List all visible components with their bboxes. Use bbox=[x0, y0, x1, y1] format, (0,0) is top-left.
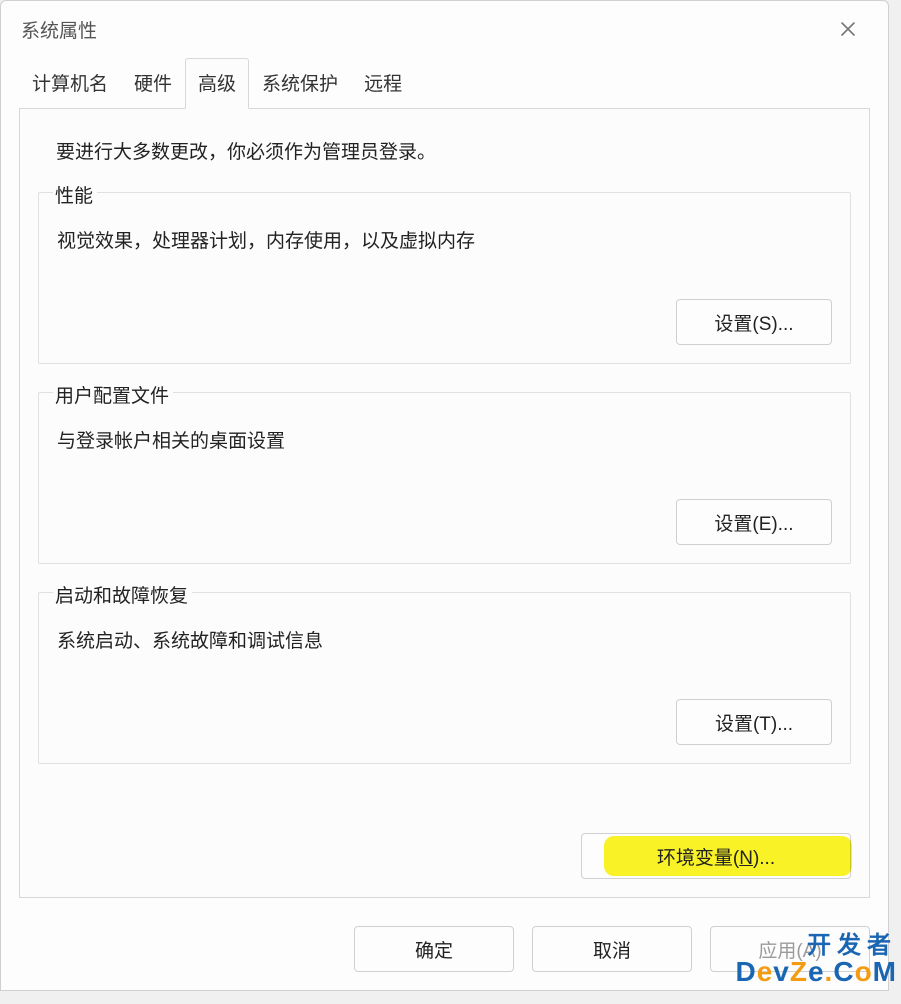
ok-button[interactable]: 确定 bbox=[354, 926, 514, 972]
titlebar: 系统属性 bbox=[1, 1, 888, 57]
tab-advanced[interactable]: 高级 bbox=[185, 58, 249, 109]
desc-startup: 系统启动、系统故障和调试信息 bbox=[57, 626, 832, 653]
tab-remote[interactable]: 远程 bbox=[351, 58, 415, 109]
apply-button[interactable]: 应用(A) bbox=[710, 926, 870, 972]
window-title: 系统属性 bbox=[21, 16, 828, 43]
cancel-button[interactable]: 取消 bbox=[532, 926, 692, 972]
admin-note: 要进行大多数更改，你必须作为管理员登录。 bbox=[56, 137, 851, 164]
settings-startup-button[interactable]: 设置(T)... bbox=[676, 699, 832, 745]
env-button-suffix: )... bbox=[753, 848, 775, 869]
desc-userprofile: 与登录帐户相关的桌面设置 bbox=[57, 426, 832, 453]
legend-userprofile: 用户配置文件 bbox=[53, 381, 173, 408]
tab-system-protection[interactable]: 系统保护 bbox=[249, 58, 351, 109]
group-userprofile: 用户配置文件 与登录帐户相关的桌面设置 设置(E)... bbox=[38, 392, 851, 564]
settings-performance-button[interactable]: 设置(S)... bbox=[676, 299, 832, 345]
close-icon[interactable] bbox=[828, 9, 868, 49]
dialog-footer: 确定 取消 应用(A) bbox=[19, 926, 870, 972]
tab-computer-name[interactable]: 计算机名 bbox=[19, 58, 121, 109]
env-button-prefix: 环境变量( bbox=[657, 848, 739, 869]
group-startup: 启动和故障恢复 系统启动、系统故障和调试信息 设置(T)... bbox=[38, 592, 851, 764]
tab-hardware[interactable]: 硬件 bbox=[121, 58, 185, 109]
tabstrip: 计算机名 硬件 高级 系统保护 远程 bbox=[1, 57, 888, 108]
legend-performance: 性能 bbox=[53, 181, 97, 208]
advanced-panel: 要进行大多数更改，你必须作为管理员登录。 性能 视觉效果，处理器计划，内存使用，… bbox=[19, 108, 870, 898]
settings-userprofile-button[interactable]: 设置(E)... bbox=[676, 499, 832, 545]
env-button-key: N bbox=[739, 848, 753, 869]
group-performance: 性能 视觉效果，处理器计划，内存使用，以及虚拟内存 设置(S)... bbox=[38, 192, 851, 364]
legend-startup: 启动和故障恢复 bbox=[53, 581, 192, 608]
desc-performance: 视觉效果，处理器计划，内存使用，以及虚拟内存 bbox=[57, 226, 832, 253]
system-properties-dialog: 系统属性 计算机名 硬件 高级 系统保护 远程 要进行大多数更改，你必须作为管理… bbox=[0, 0, 889, 991]
environment-variables-button[interactable]: 环境变量(N)... bbox=[581, 833, 851, 879]
